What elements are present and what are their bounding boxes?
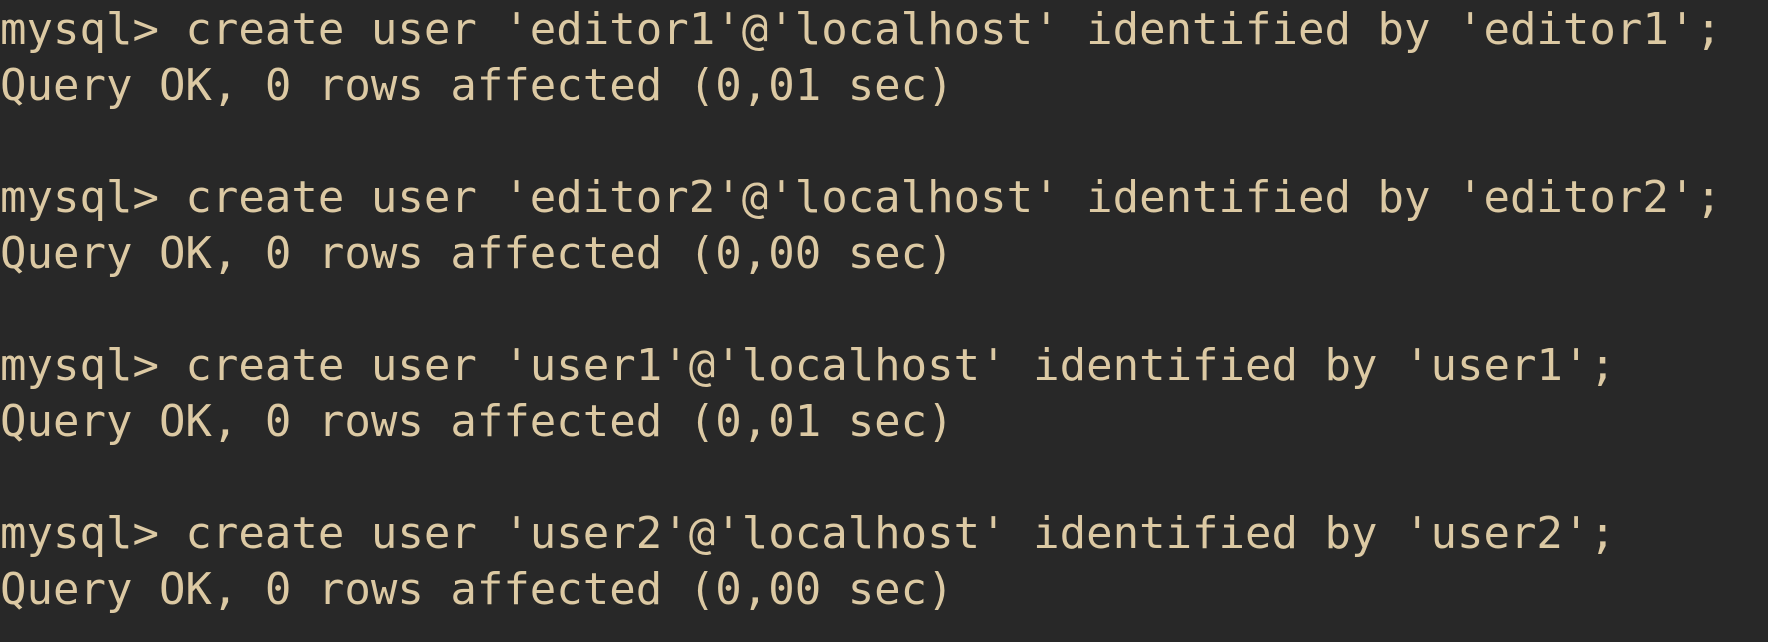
query-result-line: Query OK, 0 rows affected (0,01 sec) xyxy=(0,396,954,447)
terminal-window[interactable]: , mysql> create user 'editor1'@'localhos… xyxy=(0,0,1768,642)
query-result-line: Query OK, 0 rows affected (0,01 sec) xyxy=(0,60,954,111)
mysql-command-line: mysql> create user 'user1'@'localhost' i… xyxy=(0,340,1616,391)
mysql-command-line: mysql> create user 'user2'@'localhost' i… xyxy=(0,508,1616,559)
mysql-command-line: mysql> create user 'editor1'@'localhost'… xyxy=(0,4,1722,55)
query-result-line: Query OK, 0 rows affected (0,00 sec) xyxy=(0,564,954,615)
terminal-output[interactable]: mysql> create user 'editor1'@'localhost'… xyxy=(0,2,1768,618)
mysql-command-line: mysql> create user 'editor2'@'localhost'… xyxy=(0,172,1722,223)
query-result-line: Query OK, 0 rows affected (0,00 sec) xyxy=(0,228,954,279)
